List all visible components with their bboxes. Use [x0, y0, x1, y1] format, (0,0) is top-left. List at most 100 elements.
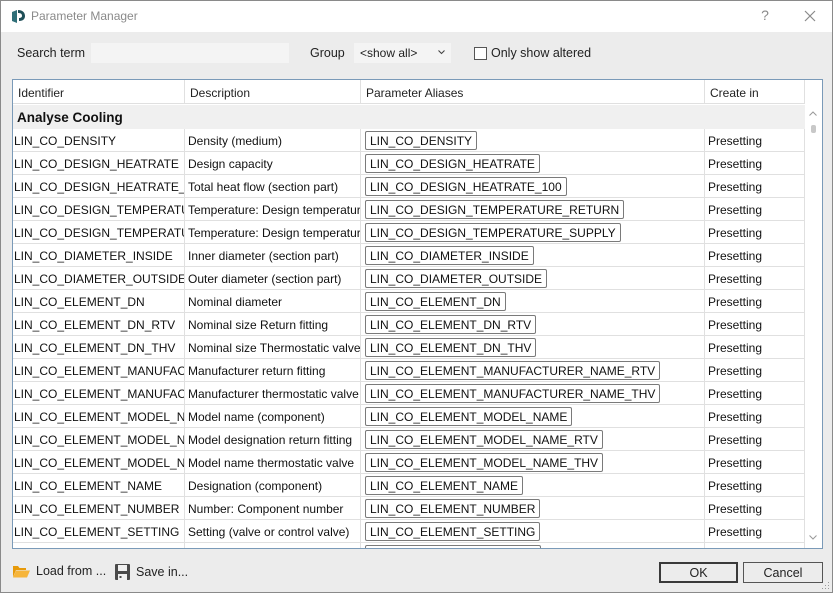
scroll-up-icon[interactable]	[809, 108, 817, 118]
alias-input[interactable]	[365, 545, 541, 548]
description-cell: Temperature: Design temperatur	[185, 221, 361, 243]
close-icon	[804, 10, 816, 22]
create-in-cell[interactable]: Presetting	[705, 359, 805, 381]
column-header-description[interactable]: Description	[185, 80, 361, 104]
description-cell: Model name (component)	[185, 405, 361, 427]
create-in-cell[interactable]: Presetting	[705, 221, 805, 243]
ok-button[interactable]: OK	[659, 562, 738, 583]
create-in-cell[interactable]: Presetting	[705, 474, 805, 496]
identifier-cell: LIN_CO_ELEMENT_MANUFACTU	[13, 382, 185, 404]
create-in-cell[interactable]: Presetting	[705, 290, 805, 312]
alias-input[interactable]: LIN_CO_ELEMENT_NUMBER	[365, 499, 541, 518]
table-row[interactable]: Presetting	[13, 543, 805, 548]
create-in-cell[interactable]: Presetting	[705, 198, 805, 220]
only-show-altered-label[interactable]: Only show altered	[491, 46, 591, 60]
save-in-label: Save in...	[136, 565, 189, 579]
identifier-cell: LIN_CO_ELEMENT_SETTING	[13, 520, 185, 542]
table-row[interactable]: LIN_CO_ELEMENT_DN Nominal diameter LIN_CO_…	[13, 290, 805, 313]
create-in-cell[interactable]: Presetting	[705, 175, 805, 197]
create-in-cell[interactable]: Presetting	[705, 543, 805, 548]
description-cell: Model designation return fitting	[185, 428, 361, 450]
identifier-cell: LIN_CO_ELEMENT_DN_THV	[13, 336, 185, 358]
identifier-cell: LIN_CO_ELEMENT_NUMBER	[13, 497, 185, 519]
table-row[interactable]: LIN_CO_ELEMENT_MODEL_NAM Model name (comp…	[13, 405, 805, 428]
table-row[interactable]: LIN_CO_DESIGN_HEATRATE Design capacity LIN…	[13, 152, 805, 175]
table-body: LIN_CO_DENSITY Density (medium) LIN_CO_DEN…	[13, 129, 805, 548]
only-show-altered-checkbox[interactable]	[474, 47, 487, 60]
create-in-cell[interactable]: Presetting	[705, 405, 805, 427]
load-from-button[interactable]: Load from ...	[13, 564, 106, 578]
create-in-cell[interactable]: Presetting	[705, 428, 805, 450]
table-row[interactable]: LIN_CO_ELEMENT_SETTING Setting (valve or …	[13, 520, 805, 543]
description-cell: Designation (component)	[185, 474, 361, 496]
description-cell: Inner diameter (section part)	[185, 244, 361, 266]
alias-input[interactable]: LIN_CO_ELEMENT_DN_THV	[365, 338, 537, 357]
help-button[interactable]: ?	[757, 7, 773, 25]
create-in-cell[interactable]: Presetting	[705, 520, 805, 542]
table-row[interactable]: LIN_CO_DENSITY Density (medium) LIN_CO_DEN…	[13, 129, 805, 152]
table-row[interactable]: LIN_CO_ELEMENT_NAME Designation (componen…	[13, 474, 805, 497]
alias-input[interactable]: LIN_CO_ELEMENT_MODEL_NAME	[365, 407, 573, 426]
alias-input[interactable]: LIN_CO_ELEMENT_SETTING	[365, 522, 541, 541]
create-in-cell[interactable]: Presetting	[705, 313, 805, 335]
alias-input[interactable]: LIN_CO_DIAMETER_OUTSIDE	[365, 269, 548, 288]
table-row[interactable]: LIN_CO_ELEMENT_NUMBER Number: Component n…	[13, 497, 805, 520]
create-in-cell[interactable]: Presetting	[705, 152, 805, 174]
scroll-down-icon[interactable]	[809, 532, 817, 542]
alias-input[interactable]: LIN_CO_DESIGN_TEMPERATURE_SUPPLY	[365, 223, 621, 242]
column-header-create-in[interactable]: Create in	[705, 80, 805, 104]
table-row[interactable]: LIN_CO_ELEMENT_MANUFACTU Manufacturer ret…	[13, 359, 805, 382]
table-row[interactable]: LIN_CO_ELEMENT_MODEL_NAM Model name therm…	[13, 451, 805, 474]
alias-input[interactable]: LIN_CO_DESIGN_TEMPERATURE_RETURN	[365, 200, 625, 219]
column-header-parameter-aliases[interactable]: Parameter Aliases	[361, 80, 705, 104]
table-row[interactable]: LIN_CO_DESIGN_TEMPERATURE_Temperature: D…	[13, 221, 805, 244]
alias-input[interactable]: LIN_CO_DESIGN_HEATRATE_100	[365, 177, 567, 196]
create-in-cell[interactable]: Presetting	[705, 129, 805, 151]
column-header-identifier[interactable]: Identifier	[13, 80, 185, 104]
description-cell: Temperature: Design temperatur	[185, 198, 361, 220]
table-row[interactable]: LIN_CO_ELEMENT_MODEL_NAM Model designatio…	[13, 428, 805, 451]
parameter-manager-dialog: Parameter Manager ? Search term Group <s…	[0, 0, 833, 593]
alias-cell	[361, 543, 705, 548]
table-row[interactable]: LIN_CO_DESIGN_TEMPERATURE_Temperature: D…	[13, 198, 805, 221]
alias-input[interactable]: LIN_CO_ELEMENT_MODEL_NAME_RTV	[365, 430, 603, 449]
save-disk-icon	[115, 564, 130, 580]
save-in-button[interactable]: Save in...	[115, 564, 188, 580]
create-in-cell[interactable]: Presetting	[705, 336, 805, 358]
identifier-cell: LIN_CO_DIAMETER_INSIDE	[13, 244, 185, 266]
table-row[interactable]: LIN_CO_ELEMENT_DN_RTV Nominal size Return…	[13, 313, 805, 336]
table-row[interactable]: LIN_CO_DIAMETER_OUTSIDE Outer diameter (s…	[13, 267, 805, 290]
description-cell	[185, 543, 361, 548]
table-row[interactable]: LIN_CO_ELEMENT_MANUFACTU Manufacturer the…	[13, 382, 805, 405]
create-in-cell[interactable]: Presetting	[705, 451, 805, 473]
identifier-cell: LIN_CO_DIAMETER_OUTSIDE	[13, 267, 185, 289]
create-in-cell[interactable]: Presetting	[705, 244, 805, 266]
alias-input[interactable]: LIN_CO_DESIGN_HEATRATE	[365, 154, 540, 173]
identifier-cell: LIN_CO_ELEMENT_NAME	[13, 474, 185, 496]
cancel-button[interactable]: Cancel	[743, 562, 823, 583]
create-in-cell[interactable]: Presetting	[705, 497, 805, 519]
alias-input[interactable]: LIN_CO_ELEMENT_MANUFACTURER_NAME_RTV	[365, 361, 661, 380]
create-in-cell[interactable]: Presetting	[705, 382, 805, 404]
alias-input[interactable]: LIN_CO_DIAMETER_INSIDE	[365, 246, 534, 265]
alias-input[interactable]: LIN_CO_ELEMENT_NAME	[365, 476, 524, 495]
alias-input[interactable]: LIN_CO_ELEMENT_DN_RTV	[365, 315, 537, 334]
alias-input[interactable]: LIN_CO_ELEMENT_MANUFACTURER_NAME_THV	[365, 384, 661, 403]
group-header-row[interactable]: Analyse Cooling	[13, 105, 805, 129]
alias-input[interactable]: LIN_CO_DENSITY	[365, 131, 478, 150]
resize-grip-icon[interactable]	[822, 582, 830, 590]
table-row[interactable]: LIN_CO_DIAMETER_INSIDE Inner diameter (se…	[13, 244, 805, 267]
identifier-cell: LIN_CO_ELEMENT_MODEL_NAM	[13, 405, 185, 427]
scrollbar-thumb[interactable]	[811, 125, 816, 133]
vertical-scrollbar[interactable]	[805, 80, 822, 548]
search-input[interactable]	[91, 43, 289, 63]
table-row[interactable]: LIN_CO_DESIGN_HEATRATE_100Total heat flo…	[13, 175, 805, 198]
close-button[interactable]	[801, 7, 819, 25]
alias-cell: LIN_CO_DIAMETER_INSIDE	[361, 244, 705, 266]
description-cell: Nominal size Return fitting	[185, 313, 361, 335]
alias-input[interactable]: LIN_CO_ELEMENT_MODEL_NAME_THV	[365, 453, 604, 472]
table-row[interactable]: LIN_CO_ELEMENT_DN_THV Nominal size Thermo…	[13, 336, 805, 359]
group-select[interactable]: <show all>	[354, 43, 451, 63]
alias-input[interactable]: LIN_CO_ELEMENT_DN	[365, 292, 506, 311]
create-in-cell[interactable]: Presetting	[705, 267, 805, 289]
